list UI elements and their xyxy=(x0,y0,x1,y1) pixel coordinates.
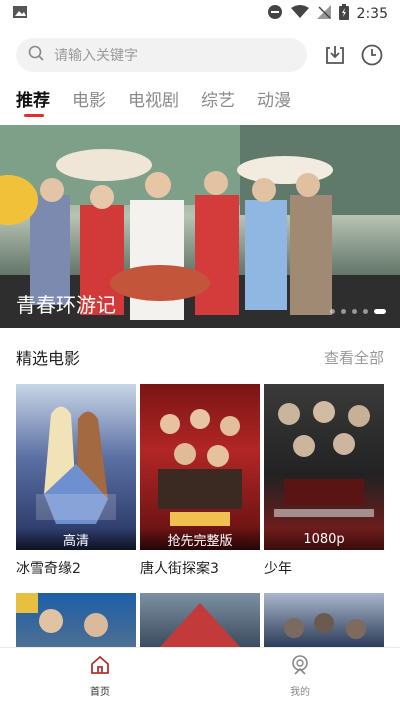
tab-movie[interactable]: 电影 xyxy=(72,86,106,111)
category-tabs: 推荐 电影 电视剧 综艺 动漫 xyxy=(16,86,291,120)
search-icon xyxy=(28,45,44,65)
movie-card[interactable] xyxy=(16,593,136,647)
status-bar: 2:35 xyxy=(0,0,400,28)
movie-title: 少年 xyxy=(264,561,292,577)
view-all-link[interactable]: 查看全部 xyxy=(324,347,384,368)
movie-card[interactable]: 抢先完整版 唐人街探案3 xyxy=(140,384,260,578)
quality-badge: 1080p xyxy=(264,528,384,550)
movie-poster: 1080p xyxy=(264,384,384,550)
poster-art xyxy=(158,409,242,526)
battery-icon xyxy=(338,4,349,24)
movie-card[interactable] xyxy=(264,593,384,647)
dnd-icon xyxy=(267,4,283,24)
carousel-indicator xyxy=(330,309,386,314)
download-icon[interactable] xyxy=(321,41,349,69)
carousel-dot xyxy=(330,309,335,314)
gallery-icon xyxy=(12,4,28,24)
banner-carousel[interactable]: 青春环游记 xyxy=(0,125,400,328)
movie-card[interactable] xyxy=(140,593,260,647)
tab-anime[interactable]: 动漫 xyxy=(257,86,291,111)
tab-recommend[interactable]: 推荐 xyxy=(16,86,50,117)
movie-title: 唐人街探案3 xyxy=(140,561,219,577)
tab-variety[interactable]: 综艺 xyxy=(201,86,235,111)
carousel-dot-active xyxy=(374,309,386,314)
banner-caption: 青春环游记 xyxy=(16,293,116,317)
quality-badge: 高清 xyxy=(16,528,136,550)
movie-card[interactable]: 1080p 少年 xyxy=(264,384,384,578)
movie-title: 冰雪奇缘2 xyxy=(16,561,81,577)
tab-tv[interactable]: 电视剧 xyxy=(128,86,179,111)
tab-label: 综艺 xyxy=(201,91,235,111)
wifi-icon xyxy=(290,5,309,23)
poster-art xyxy=(284,613,366,639)
movie-card[interactable]: 高清 冰雪奇缘2 xyxy=(16,384,136,578)
nav-mine[interactable]: 我的 xyxy=(270,654,330,698)
tab-label: 电影 xyxy=(72,91,106,111)
carousel-dot xyxy=(352,309,357,314)
history-icon[interactable] xyxy=(358,41,386,69)
carousel-dot xyxy=(363,309,368,314)
tab-label: 推荐 xyxy=(16,91,50,111)
search-placeholder: 请输入关键字 xyxy=(54,48,138,64)
nav-home[interactable]: 首页 xyxy=(70,654,130,698)
profile-icon xyxy=(270,654,330,680)
nav-home-label: 首页 xyxy=(90,687,110,698)
tab-label: 电视剧 xyxy=(128,91,179,111)
poster-art xyxy=(274,401,374,517)
status-time: 2:35 xyxy=(356,6,388,22)
nav-mine-label: 我的 xyxy=(290,687,310,698)
home-icon xyxy=(70,654,130,680)
bottom-navigation: 首页 我的 xyxy=(0,647,400,711)
quality-badge: 抢先完整版 xyxy=(140,528,260,550)
carousel-dot xyxy=(341,309,346,314)
tab-label: 动漫 xyxy=(257,91,291,111)
signal-off-icon xyxy=(316,5,331,23)
movie-poster: 抢先完整版 xyxy=(140,384,260,550)
tab-active-indicator xyxy=(24,114,44,117)
featured-movies-header: 精选电影 查看全部 xyxy=(16,345,384,369)
poster-art xyxy=(16,593,108,637)
search-input[interactable]: 请输入关键字 xyxy=(16,38,307,72)
poster-art xyxy=(160,603,240,647)
movie-poster: 高清 xyxy=(16,384,136,550)
poster-art xyxy=(36,406,116,524)
section-title: 精选电影 xyxy=(16,349,81,368)
